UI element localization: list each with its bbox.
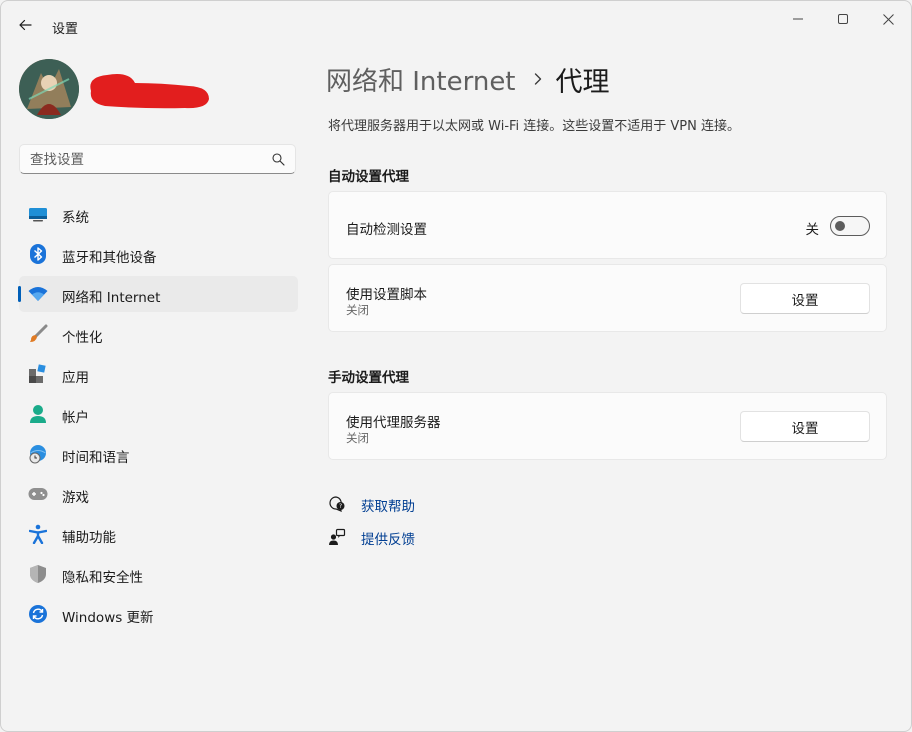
- feedback-icon: [327, 527, 347, 547]
- sidebar-nav: 系统 蓝牙和其他设备 网络和 Internet 个性化 应用 帐户 时间和语言 …: [18, 196, 298, 636]
- account-icon: [27, 403, 49, 425]
- sidebar-item-label: 隐私和安全性: [62, 570, 143, 586]
- globe-clock-icon: [27, 443, 49, 465]
- setup-script-button[interactable]: 设置: [740, 283, 870, 314]
- sidebar-item-windows-update[interactable]: Windows 更新: [19, 596, 298, 632]
- auto-detect-label: 自动检测设置: [346, 222, 427, 238]
- breadcrumb-parent-link[interactable]: 网络和 Internet: [326, 61, 516, 98]
- setup-script-card: 使用设置脚本 关闭 设置: [328, 264, 887, 332]
- sidebar-item-label: 蓝牙和其他设备: [62, 250, 157, 266]
- sidebar-item-label: Windows 更新: [62, 610, 154, 626]
- sidebar-item-privacy[interactable]: 隐私和安全性: [19, 556, 298, 592]
- minimize-button[interactable]: [775, 5, 821, 33]
- sidebar-item-label: 个性化: [62, 330, 103, 346]
- svg-text:?: ?: [339, 503, 342, 510]
- sidebar-item-system[interactable]: 系统: [19, 196, 298, 232]
- sidebar-item-time-language[interactable]: 时间和语言: [19, 436, 298, 472]
- sidebar-item-accessibility[interactable]: 辅助功能: [19, 516, 298, 552]
- title-bar: 设置: [1, 1, 911, 49]
- sidebar-item-label: 帐户: [62, 410, 89, 426]
- page-description: 将代理服务器用于以太网或 Wi-Fi 连接。这些设置不适用于 VPN 连接。: [328, 119, 741, 134]
- help-chat-icon: ?: [327, 494, 347, 514]
- proxy-server-button[interactable]: 设置: [740, 411, 870, 442]
- sidebar-item-label: 系统: [62, 210, 89, 226]
- back-arrow-icon: [19, 19, 32, 31]
- avatar-image: [19, 59, 79, 119]
- settings-window: 设置 系统: [0, 0, 912, 732]
- toggle-state-label: 关: [805, 222, 820, 238]
- apps-icon: [27, 363, 49, 385]
- chevron-right-icon: [534, 73, 542, 85]
- proxy-server-card: 使用代理服务器 关闭 设置: [328, 392, 887, 460]
- proxy-server-label: 使用代理服务器: [346, 415, 441, 431]
- breadcrumb: 网络和 Internet 代理: [326, 59, 610, 99]
- give-feedback-link[interactable]: 提供反馈: [327, 526, 415, 548]
- sidebar-item-network[interactable]: 网络和 Internet: [18, 276, 298, 312]
- sidebar-item-label: 应用: [62, 370, 89, 386]
- back-button[interactable]: [11, 11, 39, 39]
- sidebar-item-label: 辅助功能: [62, 530, 116, 546]
- update-icon: [27, 603, 49, 625]
- sidebar-item-apps[interactable]: 应用: [19, 356, 298, 392]
- system-monitor-icon: [27, 203, 49, 225]
- sidebar-item-label: 时间和语言: [62, 450, 130, 466]
- wifi-icon: [27, 283, 49, 305]
- minimize-icon: [793, 18, 803, 20]
- redacted-username: [85, 69, 211, 111]
- sidebar-item-bluetooth[interactable]: 蓝牙和其他设备: [19, 236, 298, 272]
- gamepad-icon: [27, 483, 49, 505]
- maximize-icon: [838, 14, 848, 24]
- maximize-button[interactable]: [820, 5, 866, 33]
- app-title: 设置: [52, 22, 79, 37]
- avatar[interactable]: [19, 59, 79, 119]
- search-input[interactable]: [28, 150, 262, 170]
- setup-script-label: 使用设置脚本: [346, 287, 427, 303]
- sidebar-item-label: 网络和 Internet: [62, 290, 161, 306]
- shield-icon: [27, 563, 49, 585]
- auto-detect-card: 自动检测设置 关: [328, 191, 887, 259]
- close-button[interactable]: [865, 5, 911, 33]
- paintbrush-icon: [27, 323, 49, 345]
- section-title-auto-proxy: 自动设置代理: [328, 169, 409, 185]
- get-help-label[interactable]: 获取帮助: [361, 495, 415, 515]
- bluetooth-icon: [27, 243, 49, 265]
- close-icon: [882, 13, 894, 25]
- accessibility-icon: [27, 523, 49, 545]
- search-box[interactable]: [19, 144, 296, 174]
- proxy-server-status: 关闭: [346, 431, 369, 445]
- auto-detect-toggle[interactable]: [830, 216, 870, 236]
- page-title: 代理: [555, 66, 610, 98]
- get-help-link[interactable]: ? 获取帮助: [327, 493, 415, 515]
- give-feedback-label[interactable]: 提供反馈: [361, 528, 415, 548]
- search-icon[interactable]: [272, 153, 285, 166]
- setup-script-status: 关闭: [346, 303, 369, 317]
- toggle-knob: [835, 221, 845, 231]
- sidebar-item-gaming[interactable]: 游戏: [19, 476, 298, 512]
- sidebar-item-label: 游戏: [62, 490, 89, 506]
- sidebar-item-accounts[interactable]: 帐户: [19, 396, 298, 432]
- section-title-manual-proxy: 手动设置代理: [328, 370, 409, 386]
- sidebar-item-personalization[interactable]: 个性化: [19, 316, 298, 352]
